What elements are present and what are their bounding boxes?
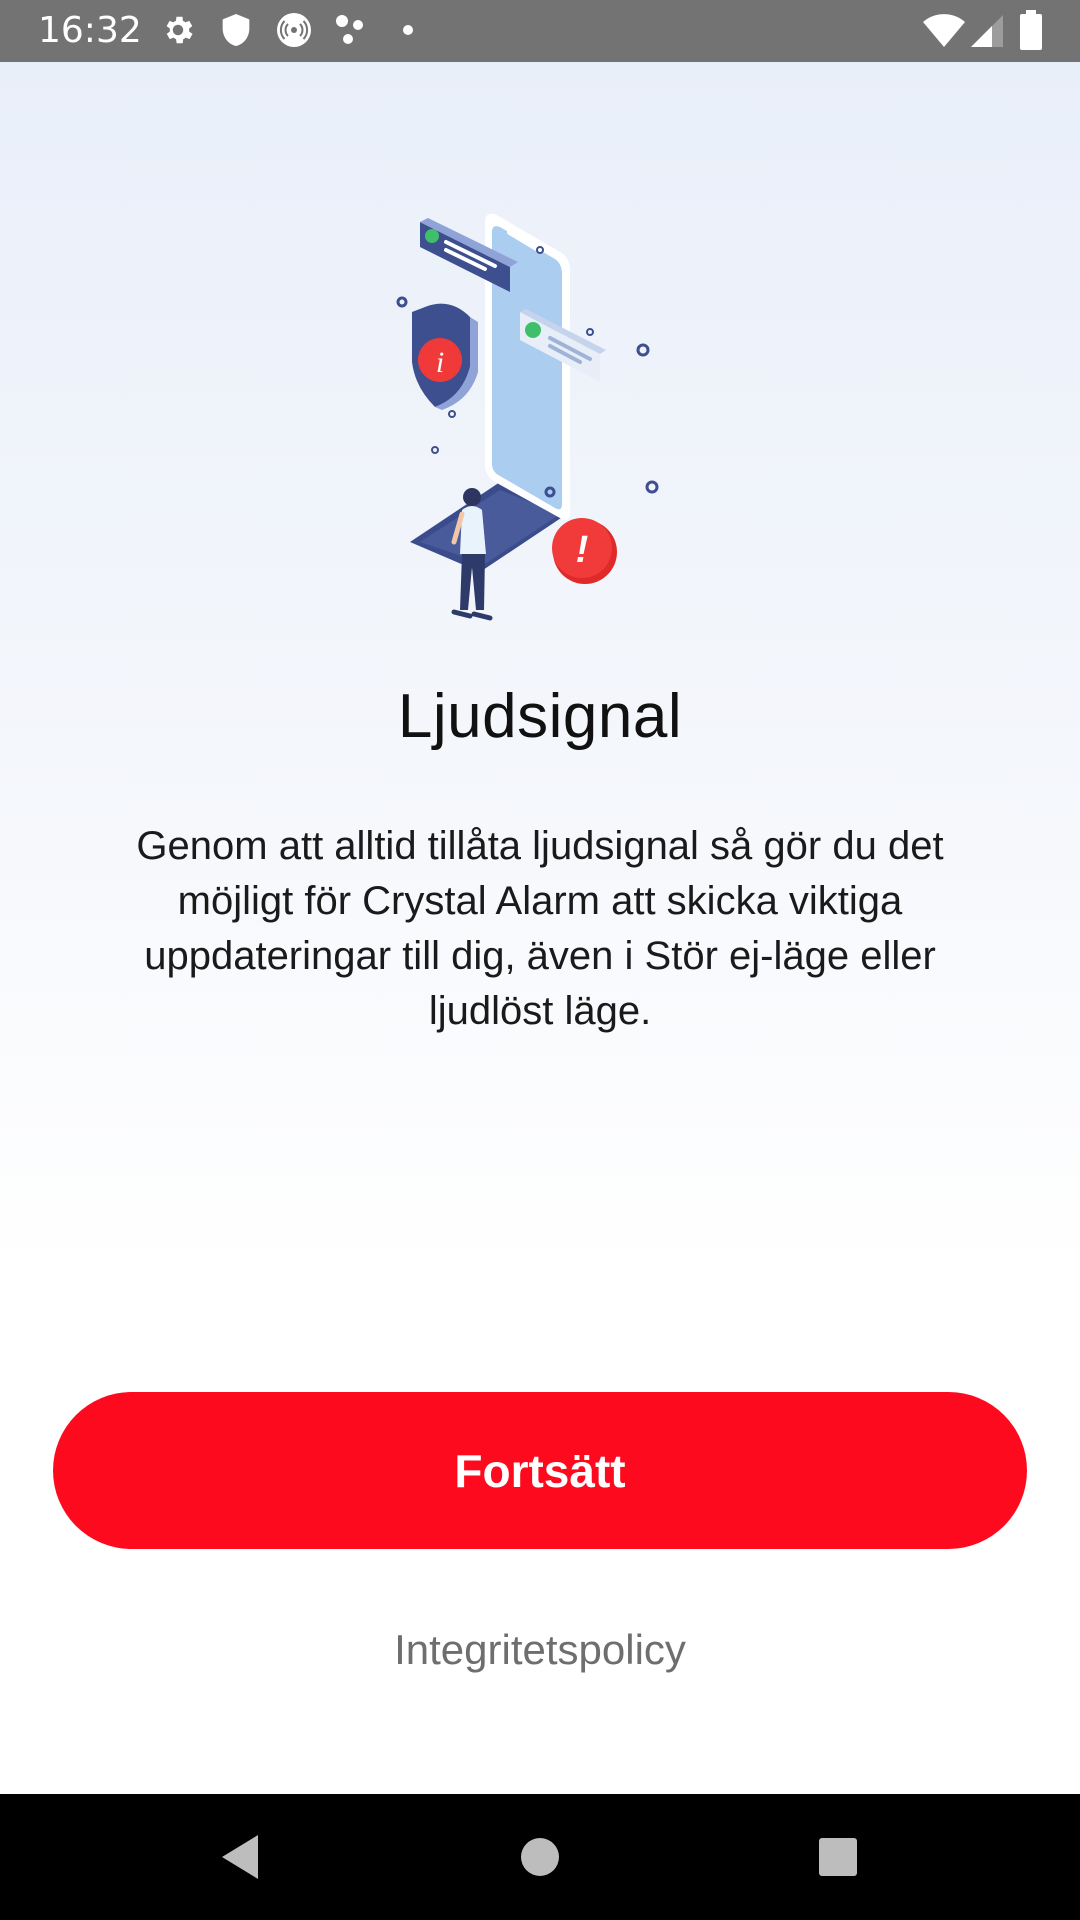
gear-icon	[166, 16, 193, 44]
back-button[interactable]	[170, 1794, 310, 1920]
dots-cluster-icon	[336, 15, 363, 44]
phone-alert-illustration: i !	[396, 213, 659, 621]
shield-icon	[222, 14, 250, 46]
home-button[interactable]	[470, 1794, 610, 1920]
battery-icon	[1020, 10, 1042, 50]
dot-icon	[403, 25, 413, 35]
status-bar: 16:32	[0, 0, 1080, 62]
privacy-policy-link[interactable]: Integritetspolicy	[0, 1620, 1080, 1680]
description-text: Genom att alltid tillåta ljudsignal så g…	[136, 824, 944, 1033]
recents-icon	[819, 1838, 857, 1876]
svg-text:!: !	[576, 529, 589, 571]
recents-button[interactable]	[768, 1794, 908, 1920]
signal-icon	[971, 15, 1003, 47]
page-title: Ljudsignal	[397, 682, 683, 751]
back-icon	[222, 1835, 258, 1879]
svg-text:i: i	[436, 346, 444, 379]
status-time: 16:32	[38, 10, 142, 51]
hotspot-icon	[277, 13, 311, 47]
navigation-bar	[0, 1794, 1080, 1920]
continue-button[interactable]: Fortsätt	[53, 1392, 1027, 1549]
home-icon	[521, 1838, 559, 1876]
wifi-icon	[923, 14, 965, 47]
